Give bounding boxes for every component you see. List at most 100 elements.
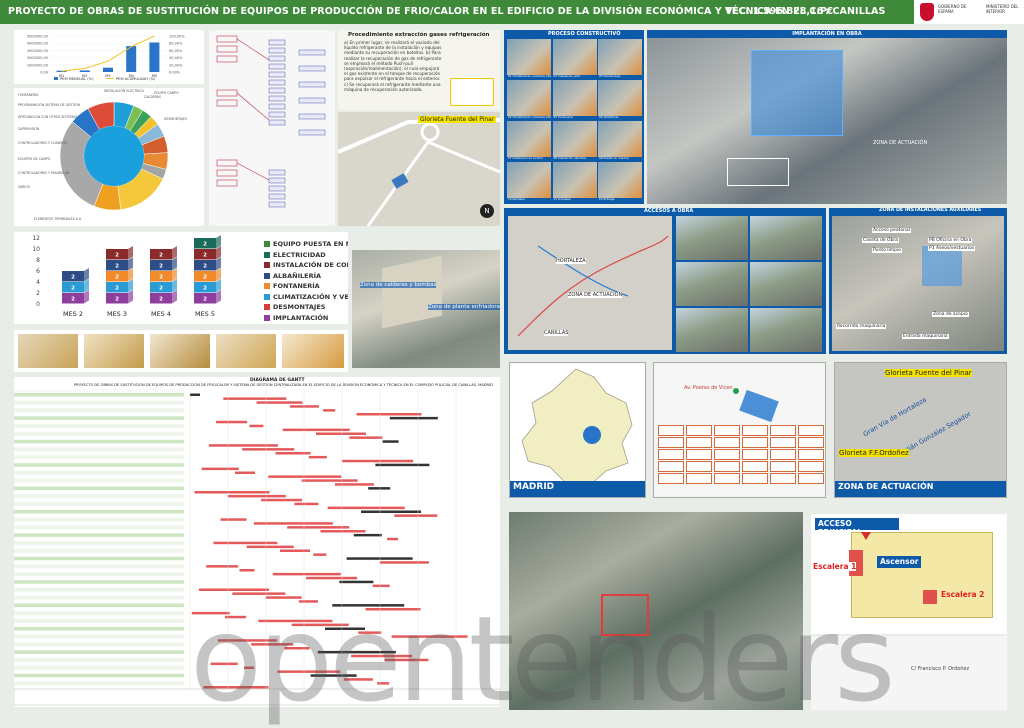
- north-arrow-icon: N: [480, 204, 494, 218]
- street-name-label: Av. Poetas de Vicen: [684, 385, 733, 391]
- legend-swatch: [264, 304, 270, 310]
- pie-label: CALDERAS: [144, 95, 161, 99]
- gantt-task-row: [14, 498, 184, 502]
- gantt-task-row: [14, 615, 184, 619]
- stack-value: 2: [159, 286, 163, 292]
- auxiliary-aerial-photo: Acceso peatonal Caseta de Obra Punto limpi…: [832, 216, 1004, 351]
- gantt-bar: [220, 518, 247, 521]
- gantt-bar: [368, 487, 391, 490]
- stack-value: 2: [115, 286, 119, 292]
- gantt-bar: [280, 549, 310, 552]
- district-block: [798, 473, 824, 484]
- gantt-subtitle: PROYECTO DE OBRAS DE SUSTITUCIÓN DE EQUI…: [74, 383, 493, 387]
- stack-value: 2: [115, 275, 119, 281]
- y-tick: 8: [36, 257, 40, 264]
- process-step-label: 04 Climatización unidades exteriores: [507, 115, 551, 119]
- gantt-task-row: [14, 463, 184, 467]
- gantt-task-row: [14, 408, 184, 413]
- gantt-task-row: [14, 494, 184, 498]
- gantt-task-row: [14, 533, 184, 537]
- gantt-bar: [242, 448, 295, 451]
- site-aerial-photo: ZONA DE ACTUACIÓN: [647, 38, 1007, 204]
- gantt-task-row: [14, 658, 184, 662]
- tool-photo-4: [216, 334, 276, 368]
- gantt-bar: [275, 452, 311, 455]
- y-tick-left: 4000000,00: [27, 42, 48, 46]
- gantt-task-row: [14, 572, 184, 576]
- gantt-task-row: [14, 482, 184, 487]
- pie-label: INSTALACIÓN ELÉCTRICA: [104, 88, 145, 93]
- process-step: 09 Puesta en marcha: [598, 121, 642, 160]
- gantt-task-row: [14, 576, 184, 580]
- stack-value: 2: [115, 297, 119, 303]
- gantt-task-row: [14, 673, 184, 678]
- stair2-label: Escalera 2: [941, 590, 985, 599]
- access-route-map: [517, 235, 669, 337]
- gantt-task-row: [14, 510, 184, 514]
- gantt-bar: [223, 397, 287, 400]
- gantt-bar: [272, 572, 341, 576]
- process-step: 12 Entrega: [598, 162, 642, 201]
- stacked-bar-chart: 0 2 4 6 8 10 12 2 2 2 MES 2 2 2 2 2 2 MES 3 2 2 2 2 2 MES 4 2 2 2…: [32, 235, 221, 318]
- district-block: [714, 473, 740, 484]
- gantt-task-row: [14, 568, 184, 572]
- legend-swatch: [264, 272, 270, 279]
- district-block: [714, 437, 740, 448]
- gantt-task-row: [14, 451, 184, 455]
- gantt-task-row: [14, 669, 184, 674]
- construction-process-panel: PROCESO CONSTRUCTIVO 01 Climatización un…: [504, 30, 644, 204]
- district-block: [742, 437, 768, 448]
- street-map: [337, 118, 501, 227]
- y-tick: 10: [32, 246, 40, 253]
- gantt-bar: [190, 393, 200, 396]
- gantt-task-row: [14, 654, 184, 658]
- y-tick-left: 0,00: [40, 71, 48, 75]
- access-photo: [750, 308, 822, 352]
- y-tick-left: 5000000,00: [27, 35, 48, 39]
- legend-label: CLIMATIZACIÓN Y VENTILACIÓN: [273, 292, 348, 301]
- pie-label: EQUIPOS DE CAMPO: [18, 157, 51, 161]
- process-title: PROCESO CONSTRUCTIVO: [548, 31, 621, 37]
- gantt-task-row: [14, 420, 184, 424]
- gantt-bar: [227, 494, 286, 498]
- legend-item: CLIMATIZACIÓN Y VENTILACIÓN: [264, 293, 348, 301]
- gantt-task-row: [14, 607, 184, 611]
- y-tick-right: 60,00%: [169, 49, 183, 53]
- auxiliary-label: Acceso peatonal: [872, 228, 912, 233]
- stack-value: 2: [203, 275, 207, 281]
- gantt-task-row: [14, 677, 184, 682]
- district-block: [770, 461, 796, 472]
- process-step-label: 09 Puesta en marcha: [598, 156, 642, 160]
- gantt-task-row: [14, 432, 184, 436]
- coat-of-arms-icon: [920, 3, 934, 21]
- legend-item: IMPLANTACIÓN: [264, 314, 328, 322]
- gantt-task-row: [14, 486, 184, 491]
- gantt-task-row: [14, 650, 184, 654]
- gantt-task-row: [14, 396, 184, 401]
- legend-label: ALBAÑILERÍA: [273, 271, 322, 280]
- hortaleza-label: HORTALEZA: [556, 258, 586, 264]
- gantt-bar: [327, 506, 405, 510]
- auxiliary-label: Entrada maquinaria: [902, 334, 949, 339]
- x-tick: MES 3: [107, 310, 127, 318]
- gantt-task-row: [14, 681, 184, 686]
- gantt-bar: [261, 498, 303, 502]
- gantt-task-row: [14, 588, 184, 592]
- y-tick-right: 100,00%: [169, 35, 185, 39]
- gantt-task-row: [14, 599, 184, 604]
- gantt-bar: [235, 471, 255, 474]
- government-name: GOBIERNO DE ESPAÑA: [938, 4, 967, 14]
- gantt-bar: [213, 541, 278, 545]
- gantt-task-row: [14, 560, 184, 565]
- gantt-bar: [268, 475, 342, 478]
- gantt-task-row: [14, 623, 184, 627]
- gantt-bar: [334, 483, 374, 486]
- process-step-label: 05 Fontanería: [552, 115, 597, 119]
- stack-value: 2: [203, 264, 207, 270]
- access-map: HORTALEZA ZONA DE ACTUACIÓN CANILLAS: [508, 216, 672, 350]
- access-photo: [750, 262, 822, 306]
- chiller-zone-label: Zona de planta enfriadora: [428, 304, 500, 310]
- gantt-task-row: [14, 537, 184, 541]
- y-tick-left: 2000000,00: [27, 56, 48, 60]
- madrid-region-map: [521, 368, 633, 488]
